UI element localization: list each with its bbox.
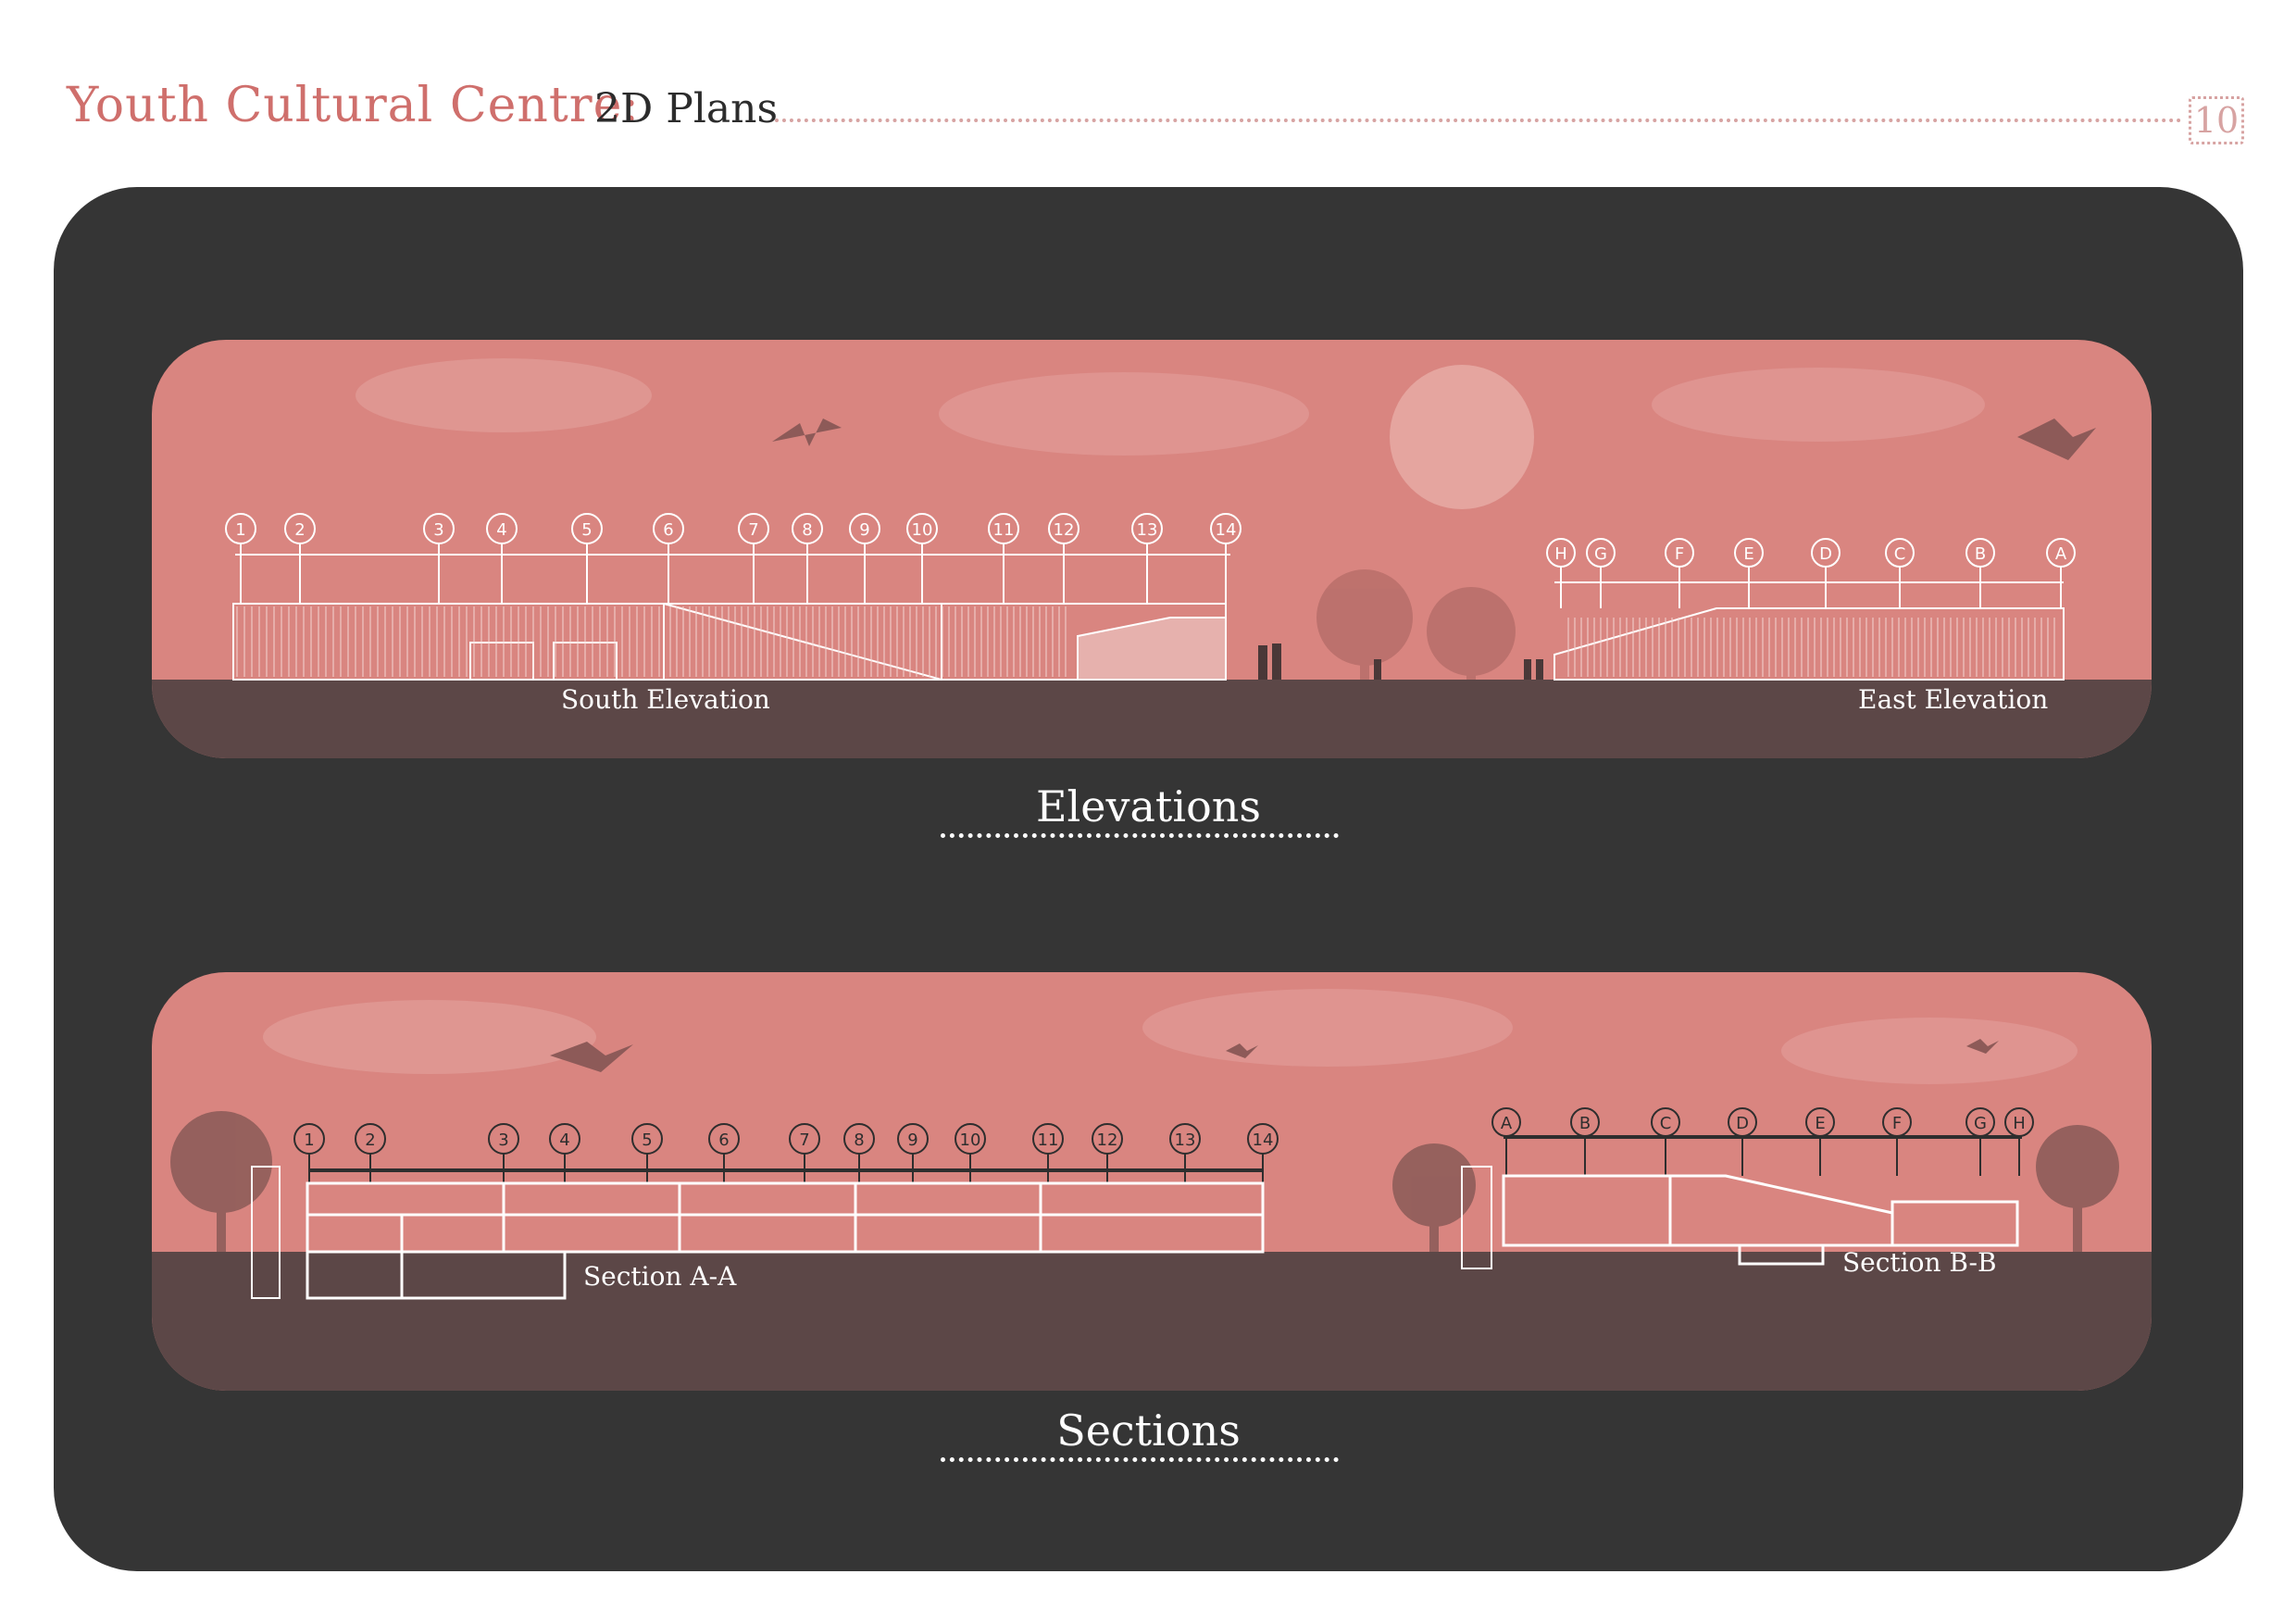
grid-label: 1 bbox=[304, 1131, 314, 1150]
grid-label: A bbox=[2055, 544, 2067, 564]
title-section-name: 2D Plans bbox=[594, 85, 779, 132]
grid-label: 2 bbox=[365, 1131, 375, 1150]
grid-label: 1 bbox=[235, 520, 245, 540]
cloud bbox=[939, 372, 1309, 456]
grid-label: G bbox=[1594, 544, 1607, 564]
drawing-board: 1 2 3 4 5 6 7 8 9 10 11 12 13 14 HG F E … bbox=[54, 187, 2243, 1571]
grid-label: B bbox=[1579, 1114, 1591, 1133]
grid-label: 13 bbox=[1175, 1131, 1196, 1150]
grid-label: 7 bbox=[748, 520, 758, 540]
grid-label: D bbox=[1736, 1114, 1749, 1133]
grid-label: H bbox=[2013, 1114, 2026, 1133]
grid-label: 8 bbox=[854, 1131, 864, 1150]
grid-label: 9 bbox=[907, 1131, 917, 1150]
grid-label: F bbox=[1892, 1114, 1902, 1133]
grid-label: 10 bbox=[912, 520, 933, 540]
grid-label: 9 bbox=[859, 520, 869, 540]
grid-label: 11 bbox=[993, 520, 1015, 540]
grid-label: 7 bbox=[799, 1131, 809, 1150]
cloud bbox=[1781, 1018, 2078, 1084]
elevations-panel: 1 2 3 4 5 6 7 8 9 10 11 12 13 14 HG F E … bbox=[152, 340, 2152, 758]
grid-label: 3 bbox=[498, 1131, 508, 1150]
grid-label: 5 bbox=[642, 1131, 652, 1150]
elevations-drawing: 1 2 3 4 5 6 7 8 9 10 11 12 13 14 HG F E … bbox=[152, 340, 2152, 758]
cloud bbox=[1142, 989, 1513, 1067]
grid-label: 3 bbox=[433, 520, 443, 540]
heading-sections-rule bbox=[941, 1457, 1339, 1462]
cloud bbox=[356, 358, 652, 432]
title-project-name: Youth Cultural Centre: bbox=[67, 78, 640, 133]
grid-label: 6 bbox=[663, 520, 673, 540]
grid-label: 2 bbox=[294, 520, 305, 540]
label-section-a: Section A-A bbox=[583, 1261, 737, 1292]
heading-sections: Sections bbox=[1056, 1405, 1241, 1455]
label-south-elevation: South Elevation bbox=[561, 684, 770, 715]
heading-elevations-rule bbox=[941, 833, 1339, 838]
grid-label: D bbox=[1819, 544, 1832, 564]
grid-label: 13 bbox=[1137, 520, 1158, 540]
grid-label: 11 bbox=[1038, 1131, 1059, 1150]
grid-label: 6 bbox=[718, 1131, 729, 1150]
label-east-elevation: East Elevation bbox=[1858, 684, 2049, 715]
grid-label: H bbox=[1554, 544, 1567, 564]
cloud bbox=[263, 1000, 596, 1074]
ground bbox=[152, 680, 2152, 758]
grid-label: 4 bbox=[559, 1131, 569, 1150]
sections-panel: 1 2 3 4 5 6 7 8 9 10 11 12 13 14 ABCDEFGH bbox=[152, 972, 2152, 1391]
grid-label: 12 bbox=[1054, 520, 1075, 540]
grid-label: 5 bbox=[581, 520, 592, 540]
grid-label: E bbox=[1815, 1114, 1825, 1133]
grid-label: E bbox=[1743, 544, 1753, 564]
heading-elevations: Elevations bbox=[1035, 781, 1262, 831]
title-dotted-rule bbox=[775, 119, 2182, 122]
grid-label: 8 bbox=[802, 520, 812, 540]
grid-label: G bbox=[1974, 1114, 1987, 1133]
moon-icon bbox=[1390, 365, 1534, 509]
grid-label: 14 bbox=[1253, 1131, 1274, 1150]
cloud bbox=[1652, 368, 1985, 442]
grid-label: C bbox=[1660, 1114, 1672, 1133]
page-header: Youth Cultural Centre: 2D Plans 10 bbox=[67, 78, 2252, 144]
sections-drawing: 1 2 3 4 5 6 7 8 9 10 11 12 13 14 ABCDEFGH bbox=[152, 972, 2152, 1391]
grid-label: C bbox=[1894, 544, 1906, 564]
grid-label: 12 bbox=[1097, 1131, 1118, 1150]
grid-label: A bbox=[1501, 1114, 1513, 1133]
grid-label: 4 bbox=[496, 520, 506, 540]
label-section-b: Section B-B bbox=[1842, 1247, 1997, 1278]
page-number: 10 bbox=[2189, 96, 2244, 144]
grid-label: F bbox=[1675, 544, 1684, 564]
grid-label: 10 bbox=[960, 1131, 981, 1150]
grid-label: B bbox=[1975, 544, 1986, 564]
grid-label: 14 bbox=[1216, 520, 1237, 540]
